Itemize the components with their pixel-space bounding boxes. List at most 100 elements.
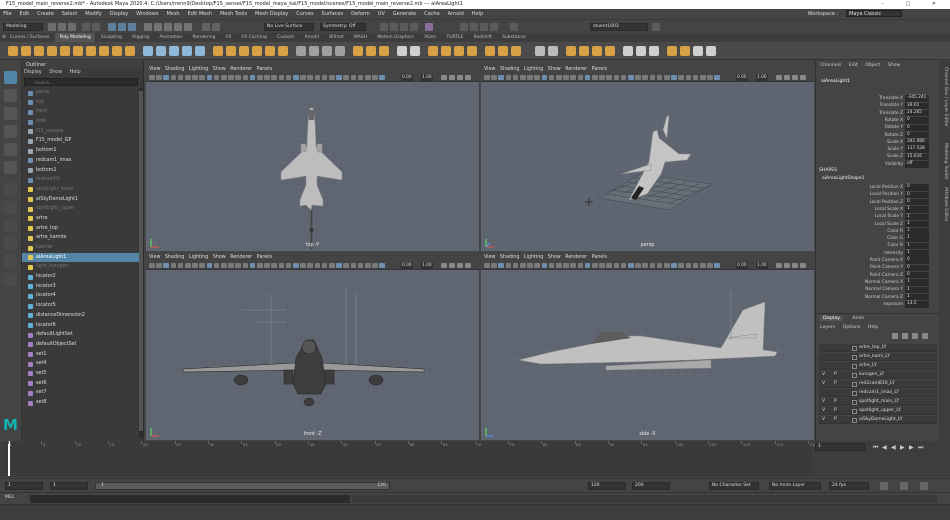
animation-start-field[interactable]: 1	[5, 482, 43, 490]
viewport-tool-icon[interactable]	[527, 262, 533, 268]
shape-attr-value[interactable]: 1	[905, 213, 929, 221]
snap-view-plane-icon[interactable]	[184, 23, 192, 31]
layer-row[interactable]: artre_LY	[819, 362, 937, 371]
layer-color-swatch[interactable]	[852, 399, 857, 405]
viewport-tool-icon[interactable]	[449, 74, 455, 80]
open-scene-icon[interactable]	[58, 23, 66, 31]
viewport-tool-icon[interactable]	[199, 262, 205, 268]
shape-attr-row[interactable]: Local Scale Z1	[816, 220, 940, 228]
pen-tool-icon[interactable]	[535, 46, 545, 56]
viewport-tool-icon[interactable]	[592, 262, 598, 268]
outliner-item[interactable]: aiSkyDomeLight1	[22, 195, 140, 205]
viewport-tool-icon[interactable]	[599, 74, 605, 80]
viewport-menu-show[interactable]: Show	[548, 255, 561, 260]
layer-color-swatch[interactable]	[852, 372, 857, 378]
viewport-tool-icon[interactable]	[685, 74, 692, 80]
viewport-tool-icon[interactable]	[635, 74, 641, 80]
cluster-icon[interactable]	[693, 46, 703, 56]
viewport-tool-icon[interactable]	[664, 262, 670, 268]
sweep-mesh-icon[interactable]	[125, 46, 135, 56]
viewport-tool-icon[interactable]	[235, 262, 241, 268]
save-scene-icon[interactable]	[68, 23, 76, 31]
viewport-tool-icon[interactable]	[642, 74, 648, 80]
menu-file[interactable]: File	[0, 9, 15, 19]
viewport-tool-icon[interactable]	[649, 74, 656, 80]
shelf-tab-custom[interactable]: Custom	[273, 33, 299, 42]
menu-edit-mesh[interactable]: Edit Mesh	[184, 9, 215, 19]
layer-color-swatch[interactable]	[852, 390, 857, 396]
new-empty-layer-icon[interactable]	[912, 333, 918, 339]
shape-attr-row[interactable]: Point Camera Z0	[816, 271, 940, 279]
viewport-tool-icon[interactable]	[213, 74, 220, 80]
shape-attr-value[interactable]: 1	[905, 250, 929, 257]
viewport-tool-icon[interactable]	[498, 262, 504, 268]
viewport-tool-icon[interactable]	[707, 262, 713, 268]
persp-graph-layout-icon[interactable]	[4, 237, 17, 250]
viewport-tool-icon[interactable]	[336, 74, 342, 80]
snap-point-icon[interactable]	[164, 23, 172, 31]
outliner-menu-show[interactable]: Show	[49, 70, 62, 75]
viewport-tool-icon[interactable]	[300, 262, 306, 268]
channel-attr-value[interactable]: off	[905, 161, 929, 168]
outliner-item[interactable]: light_kurogen	[22, 262, 140, 272]
command-input[interactable]	[30, 495, 350, 503]
soften-edge-icon[interactable]	[397, 46, 407, 56]
shape-attr-value[interactable]: 1	[905, 293, 929, 301]
channel-attr-value[interactable]: 15.616	[905, 153, 929, 161]
delete-history-icon[interactable]	[511, 46, 521, 56]
viewport-tool-icon[interactable]	[642, 262, 648, 268]
viewport-value-field[interactable]: 1.00	[421, 74, 433, 81]
boolean-icon[interactable]	[182, 46, 192, 56]
separate-icon[interactable]	[156, 46, 166, 56]
shelf-tab-turtle[interactable]: TURTLE	[442, 33, 468, 42]
shape-attr-row[interactable]: Color B1	[816, 242, 940, 250]
channel-attr-value[interactable]: 0	[905, 131, 929, 139]
viewport-tool-icon[interactable]	[285, 262, 292, 268]
shape-attr-row[interactable]: Color G1	[816, 235, 940, 242]
shape-attr-value[interactable]: 1	[905, 279, 929, 286]
auto-key-icon[interactable]	[880, 482, 888, 490]
viewport-tool-icon[interactable]	[649, 262, 656, 268]
shape-attr-value[interactable]: 1	[905, 242, 929, 250]
viewport-tool-icon[interactable]	[379, 74, 385, 80]
viewport-tool-icon[interactable]	[343, 262, 349, 268]
shelf-tab-bifrost[interactable]: Bifrost	[325, 33, 348, 42]
viewport-tool-icon[interactable]	[606, 74, 612, 80]
window-controls[interactable]: – □ ✕	[881, 0, 946, 9]
select-tool-icon[interactable]	[4, 71, 17, 84]
channel-attr-value[interactable]: -345.241	[905, 95, 929, 102]
channel-attr-value[interactable]: 341.086	[905, 139, 929, 146]
viewport-tool-icon[interactable]	[307, 262, 313, 268]
play-forward-icon[interactable]: ▶	[900, 444, 905, 451]
script-language-label[interactable]: MEL	[5, 495, 14, 500]
viewport-tool-icon[interactable]	[800, 74, 806, 80]
viewport-tool-icon[interactable]	[163, 74, 169, 80]
extrude-icon[interactable]	[213, 46, 223, 56]
shape-attr-row[interactable]: Local Scale X1	[816, 206, 940, 213]
viewport-persp[interactable]: View Shading Lighting Show Renderer Panels 0.…	[481, 65, 814, 251]
shape-attr-value[interactable]: 0	[905, 257, 929, 264]
viewport-tool-icon[interactable]	[372, 74, 378, 80]
outliner-search-input[interactable]	[24, 78, 138, 86]
viewport-tool-icon[interactable]	[170, 74, 177, 80]
viewport-tool-icon[interactable]	[465, 74, 471, 80]
freeze-transform-icon[interactable]	[498, 46, 508, 56]
four-pane-layout-icon[interactable]	[4, 201, 17, 214]
revolve-icon[interactable]	[636, 46, 646, 56]
layer-visibility-toggle[interactable]: V	[822, 380, 827, 388]
viewport-tool-icon[interactable]	[635, 262, 641, 268]
viewport-value-field[interactable]: 0.00	[736, 262, 748, 269]
viewport-tool-icon[interactable]	[192, 74, 198, 80]
viewport-tool-icon[interactable]	[329, 262, 335, 268]
outliner-item[interactable]: front	[22, 107, 140, 117]
viewport-tool-icon[interactable]	[350, 74, 357, 80]
layer-visibility-toggle[interactable]: V	[822, 407, 827, 415]
move-layer-up-icon[interactable]	[892, 333, 898, 339]
outliner-item[interactable]: defaultLightSet	[22, 330, 140, 340]
viewport-menu-show[interactable]: Show	[213, 67, 226, 72]
workspace-dropdown[interactable]: Maya Classic	[846, 10, 902, 17]
loft-icon[interactable]	[623, 46, 633, 56]
layer-row[interactable]: V Pspotlight_upper_LY	[819, 407, 937, 416]
viewport-tool-icon[interactable]	[620, 262, 627, 268]
viewport-tool-icon[interactable]	[156, 262, 162, 268]
